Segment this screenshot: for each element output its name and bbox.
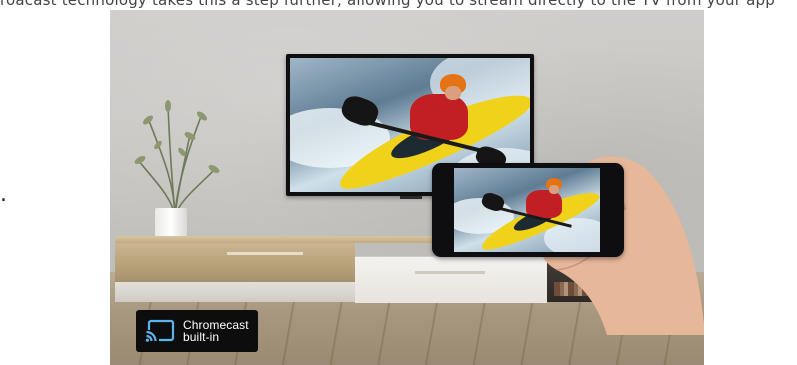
tv-cabinet-white-drawer — [355, 256, 547, 303]
drawer-handle — [415, 271, 485, 274]
chromecast-built-in-badge: Chromecast built-in — [136, 310, 258, 352]
bullet-dot: . — [0, 182, 7, 207]
chromecast-icon — [145, 319, 175, 343]
phone-screen-kayak-image — [454, 168, 600, 252]
plant-leaves — [134, 100, 220, 215]
drawer-handle — [227, 252, 303, 255]
promo-photo: Chromecast built-in — [110, 10, 704, 365]
top-caption-fragment: roacast technology takes this a step fur… — [0, 0, 775, 9]
tv-cabinet-wood-drawer — [115, 236, 355, 284]
chromecast-badge-label: Chromecast built-in — [183, 319, 249, 343]
tv-wall-mount — [400, 196, 422, 199]
badge-line-2: built-in — [183, 330, 220, 344]
smartphone — [432, 163, 624, 257]
tv-cabinet-base — [115, 282, 355, 302]
